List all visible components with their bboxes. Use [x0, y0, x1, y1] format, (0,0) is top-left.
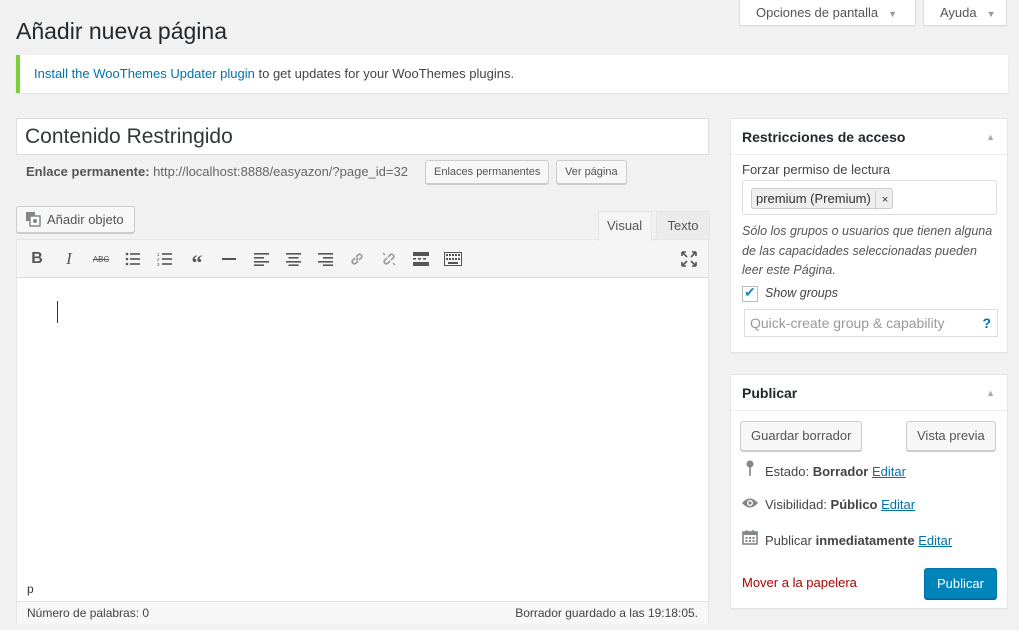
access-restrictions-box: Restricciones de acceso ▲ Forzar permiso …: [730, 118, 1008, 353]
access-restrictions-header[interactable]: Restricciones de acceso ▲: [731, 119, 1007, 155]
screen-options-button[interactable]: Opciones de pantalla ▼: [739, 0, 916, 26]
word-count: Número de palabras: 0: [27, 606, 150, 620]
chevron-down-icon: ▼: [888, 9, 898, 19]
publish-box: Publicar ▲ Guardar borrador Vista previa …: [730, 374, 1008, 609]
read-permission-select[interactable]: premium (Premium) ×: [742, 180, 997, 215]
permalink-row: Enlace permanente: http://localhost:8888…: [26, 164, 408, 184]
show-groups-checkbox[interactable]: [742, 284, 758, 302]
screen-options-label: Opciones de pantalla: [756, 5, 879, 20]
status-row: Estado: Borrador Editar: [741, 460, 906, 480]
page-title: Añadir nueva página: [16, 18, 227, 44]
content-editor: B I ABC 123 “ p Número de palabras: 0 Bo…: [16, 239, 709, 624]
editor-content-area[interactable]: [17, 278, 708, 578]
show-groups-label: Show groups: [765, 286, 838, 300]
publish-title: Publicar: [742, 385, 798, 401]
toolbar-toggle-icon[interactable]: [443, 249, 463, 269]
fullscreen-icon[interactable]: [679, 249, 699, 269]
publish-date-label: Publicar: [765, 533, 812, 548]
bullet-list-icon[interactable]: [123, 249, 143, 269]
chevron-up-icon[interactable]: ▲: [986, 375, 995, 411]
status-label: Estado:: [765, 464, 810, 479]
status-value: Borrador: [812, 464, 869, 479]
link-icon[interactable]: [347, 249, 367, 269]
svg-text:3: 3: [157, 262, 160, 266]
edit-date-link[interactable]: Editar: [918, 533, 952, 548]
access-restrictions-title: Restricciones de acceso: [742, 129, 906, 145]
pin-icon: [741, 460, 759, 482]
add-media-button[interactable]: Añadir objeto: [16, 206, 135, 233]
notice-text: to get updates for your WooThemes plugin…: [254, 66, 515, 81]
help-button[interactable]: Ayuda ▼: [923, 0, 1007, 26]
permalink-label: Enlace permanente:: [26, 164, 150, 179]
align-left-icon[interactable]: [251, 249, 271, 269]
publish-header[interactable]: Publicar ▲: [731, 375, 1007, 411]
read-permission-label: Forzar permiso de lectura: [742, 162, 891, 177]
view-page-button[interactable]: Ver página: [556, 160, 627, 184]
bold-icon[interactable]: B: [27, 249, 47, 269]
element-path[interactable]: p: [17, 578, 708, 601]
media-icon: [26, 212, 41, 227]
chevron-down-icon: ▼: [986, 9, 996, 19]
capability-chip-label: premium (Premium): [756, 191, 871, 206]
permalinks-button[interactable]: Enlaces permanentes: [425, 160, 550, 184]
publish-button[interactable]: Publicar: [924, 568, 997, 599]
visibility-label: Visibilidad:: [765, 497, 827, 512]
help-icon[interactable]: ?: [982, 310, 991, 336]
post-title-input[interactable]: Contenido Restringido: [16, 118, 709, 155]
align-right-icon[interactable]: [315, 249, 335, 269]
capability-chip: premium (Premium) ×: [751, 188, 894, 210]
visibility-row: Visibilidad: Público Editar: [741, 495, 915, 515]
update-notice: Install the WooThemes Updater plugin to …: [16, 55, 1008, 93]
edit-status-link[interactable]: Editar: [872, 464, 906, 479]
tab-text[interactable]: Texto: [656, 211, 710, 240]
add-media-label: Añadir objeto: [47, 212, 124, 227]
quick-create-input[interactable]: Quick-create group & capability ?: [744, 309, 998, 337]
updater-plugin-link[interactable]: Install the WooThemes Updater plugin: [34, 66, 255, 81]
publish-date-value: inmediatamente: [815, 533, 915, 548]
tab-visual[interactable]: Visual: [598, 211, 652, 241]
publish-date-row: Publicar inmediatamente Editar: [741, 529, 952, 549]
preview-button[interactable]: Vista previa: [906, 421, 996, 451]
help-label: Ayuda: [940, 5, 977, 20]
read-more-icon[interactable]: [411, 249, 431, 269]
access-description: Sólo los grupos o usuarios que tienen al…: [742, 224, 993, 277]
strikethrough-icon[interactable]: ABC: [91, 249, 111, 269]
horizontal-rule-icon[interactable]: [219, 249, 239, 269]
editor-toolbar: B I ABC 123 “: [17, 240, 708, 278]
italic-icon[interactable]: I: [59, 249, 79, 269]
blockquote-icon[interactable]: “: [187, 249, 207, 274]
move-to-trash-link[interactable]: Mover a la papelera: [742, 575, 857, 590]
align-center-icon[interactable]: [283, 249, 303, 269]
visibility-value: Público: [830, 497, 878, 512]
eye-icon: [741, 495, 759, 515]
editor-status-bar: Número de palabras: 0 Borrador guardado …: [17, 601, 708, 624]
permalink-url: http://localhost:8888/easyazon/?page_id=…: [153, 164, 408, 179]
numbered-list-icon[interactable]: 123: [155, 249, 175, 269]
save-draft-button[interactable]: Guardar borrador: [740, 421, 863, 451]
calendar-icon: [741, 529, 759, 551]
text-cursor: [57, 301, 58, 323]
unlink-icon[interactable]: [379, 249, 399, 269]
quick-create-placeholder: Quick-create group & capability: [750, 315, 945, 331]
remove-chip-icon[interactable]: ×: [874, 191, 888, 210]
autosave-status: Borrador guardado a las 19:18:05.: [515, 606, 698, 620]
chevron-up-icon[interactable]: ▲: [986, 119, 995, 155]
edit-visibility-link[interactable]: Editar: [881, 497, 915, 512]
